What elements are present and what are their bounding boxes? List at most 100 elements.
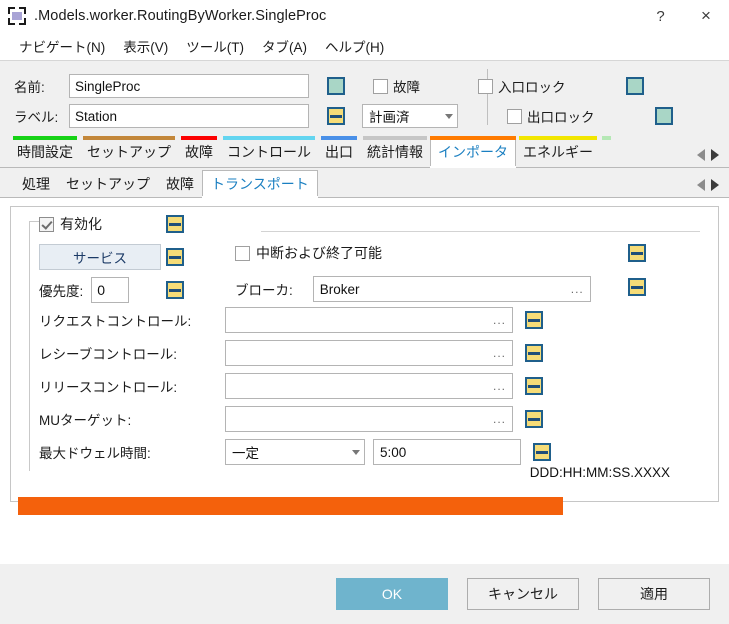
chevron-left-icon[interactable] [697,179,705,191]
enable-inherit-toggle[interactable] [166,215,184,233]
menu-item-help[interactable]: ヘルプ(H) [316,33,393,59]
name-inherit-toggle[interactable] [327,77,345,95]
tab-label: インポータ [438,143,508,160]
mu-target-label: MUターゲット: [39,413,132,428]
max-dwell-time-label: 最大ドウェル時間: [39,446,151,461]
menu-item-navigate[interactable]: ナビゲート(N) [10,33,114,59]
dwell-distribution-select[interactable]: 一定 [225,439,365,465]
title-bar: .Models.worker.RoutingByWorker.SinglePro… [0,0,729,32]
release-control-row: リリースコントロール: [39,376,177,396]
ok-button[interactable]: OK [336,578,448,610]
tab-label: 故障 [185,143,213,160]
tab-importer[interactable]: インポータ [430,136,516,168]
interruptible-label: 中断および終了可能 [256,245,382,261]
request-control-browse-dots[interactable]: ... [493,313,506,327]
cancel-button[interactable]: キャンセル [467,578,579,610]
interruptible-inherit-toggle[interactable] [628,244,646,262]
request-control-row: リクエストコントロール: [39,310,191,330]
subtab-setup[interactable]: セットアップ [58,170,158,197]
tab-color-stripe [223,136,315,140]
tab-controls[interactable]: コントロール [220,136,318,167]
service-row: サービス [39,244,161,270]
broker-inherit-toggle[interactable] [628,278,646,296]
tab-color-stripe [321,136,357,140]
label-inherit-toggle[interactable] [327,107,345,125]
service-button[interactable]: サービス [39,244,161,270]
tab-nav-arrows [691,149,729,167]
object-header-form: 名前: 故障 入口ロック ラベル: 計画済 出口ロック [0,61,729,133]
help-button[interactable]: ? [638,0,683,32]
tab-energy[interactable]: エネルギー [516,136,600,167]
menu-item-view[interactable]: 表示(V) [114,33,177,59]
sub-tab-strip: 処理 セットアップ 故障 トランスポート [0,168,729,198]
tab-color-stripe [430,136,516,140]
broker-field[interactable]: Broker ... [312,276,591,302]
menu-item-tools[interactable]: ツール(T) [177,33,253,59]
chevron-right-icon[interactable] [711,149,719,161]
release-control-browse-dots[interactable]: ... [493,379,506,393]
interruptible-checkbox[interactable] [235,245,250,261]
mu-target-inherit-toggle[interactable] [525,410,543,428]
entrance-lock-checkbox[interactable] [478,78,493,94]
mu-target-field-wrap: ... [225,406,543,432]
exit-lock-checkbox[interactable] [507,108,522,124]
broker-value: Broker [319,281,360,297]
dwell-inherit-toggle[interactable] [533,443,551,461]
tab-time-settings[interactable]: 時間設定 [10,136,80,167]
subtab-processing[interactable]: 処理 [14,170,58,197]
chevron-down-icon [352,449,360,455]
mu-target-browse-dots[interactable]: ... [493,412,506,426]
receive-control-browse-dots[interactable]: ... [493,346,506,360]
enable-checkbox[interactable] [39,216,54,232]
name-label: 名前: [14,80,45,95]
request-control-inherit-toggle[interactable] [525,311,543,329]
name-input[interactable] [69,74,309,98]
group-bracket-line [29,221,30,471]
tab-color-stripe [363,136,427,140]
enable-row: 有効化 [39,214,102,234]
broker-browse-dots[interactable]: ... [571,282,584,296]
release-control-inherit-toggle[interactable] [525,377,543,395]
planned-state-select[interactable]: 計画済 [362,104,458,128]
tab-setup[interactable]: セットアップ [80,136,178,167]
tab-color-stripe [519,136,597,140]
subtab-transport[interactable]: トランスポート [202,170,318,198]
tab-statistics[interactable]: 統計情報 [360,136,430,167]
enable-label: 有効化 [60,216,102,232]
menu-item-tabs[interactable]: タブ(A) [253,33,316,59]
tab-color-stripe [83,136,175,140]
service-inherit-toggle[interactable] [166,248,184,266]
receive-control-field[interactable]: ... [225,340,513,366]
apply-button[interactable]: 適用 [598,578,710,610]
request-control-field-wrap: ... [225,307,543,333]
chevron-left-icon[interactable] [697,149,705,161]
tab-color-stripe [13,136,77,140]
tab-exit[interactable]: 出口 [318,136,360,167]
chevron-right-icon[interactable] [711,179,719,191]
broker-row: ブローカ: Broker ... [235,276,591,302]
dialog-footer: OK キャンセル 適用 [0,564,729,624]
entrance-lock-inherit-toggle[interactable] [625,77,644,95]
receive-control-inherit-toggle[interactable] [525,344,543,362]
subtab-label: 故障 [166,175,194,192]
failed-label: 故障 [393,80,420,95]
mu-target-field[interactable]: ... [225,406,513,432]
dwell-value-field[interactable]: 5:00 [373,439,521,465]
interruptible-toggle-wrap [628,244,646,262]
subtab-failure[interactable]: 故障 [158,170,202,197]
priority-input[interactable] [91,277,130,303]
max-dwell-time-field-wrap: 一定 5:00 [225,439,551,465]
failed-checkbox[interactable] [373,78,388,94]
label-input[interactable] [69,104,309,128]
chevron-down-icon [445,113,453,119]
tab-label: 時間設定 [17,143,73,160]
close-button[interactable]: × [683,0,729,32]
exit-lock-inherit-toggle[interactable] [654,107,673,125]
enable-toggle-wrap [166,215,184,233]
release-control-field[interactable]: ... [225,373,513,399]
request-control-field[interactable]: ... [225,307,513,333]
tab-failure[interactable]: 故障 [178,136,220,167]
release-control-label: リリースコントロール: [39,380,178,395]
priority-inherit-toggle[interactable] [166,281,184,299]
priority-row: 優先度: [39,277,130,303]
